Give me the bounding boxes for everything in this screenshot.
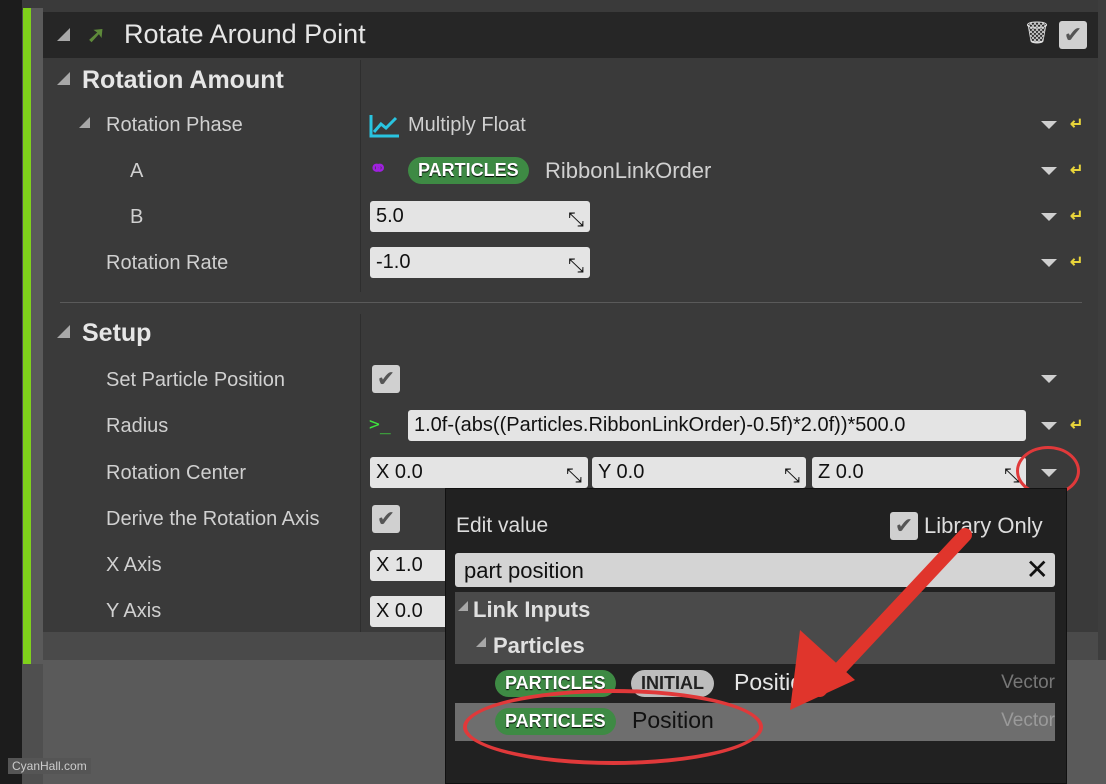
watermark: CyanHall.com	[8, 758, 91, 774]
red-arrow-icon	[790, 528, 972, 710]
